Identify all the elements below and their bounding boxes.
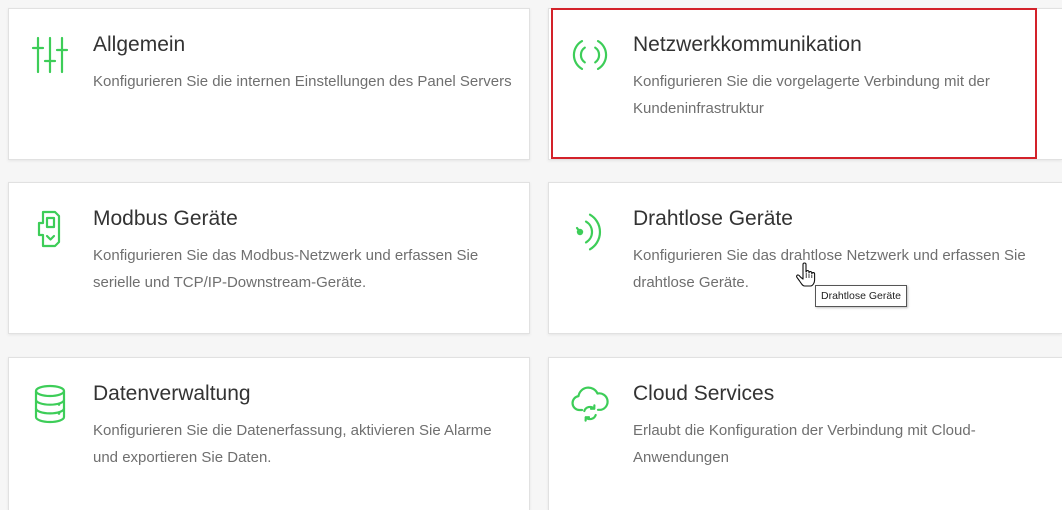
card-description-line: Konfigurieren Sie die internen Einstellu…	[93, 73, 512, 90]
card-description: Konfigurieren Sie die Datenerfassung, ak…	[93, 417, 492, 471]
card-datenverwaltung[interactable]: Datenverwaltung Konfigurieren Sie die Da…	[8, 357, 530, 510]
cloud-sync-icon	[568, 382, 612, 426]
database-icon	[28, 382, 72, 426]
card-description: Konfigurieren Sie das Modbus-Netzwerk un…	[93, 242, 478, 296]
card-description-line: und exportieren Sie Daten.	[93, 449, 272, 466]
card-cloud-services[interactable]: Cloud Services Erlaubt die Konfiguration…	[548, 357, 1062, 510]
card-description: Erlaubt die Konfiguration der Verbindung…	[633, 417, 976, 471]
card-description-line: Konfigurieren Sie die Datenerfassung, ak…	[93, 422, 492, 439]
card-description-line: Konfigurieren Sie die vorgelagerte Verbi…	[633, 73, 990, 90]
card-drahtlose-geraete[interactable]: Drahtlose Geräte Konfigurieren Sie das d…	[548, 182, 1062, 334]
card-title: Allgemein	[93, 33, 186, 56]
card-description-line: Konfigurieren Sie das drahtlose Netzwerk…	[633, 247, 1026, 264]
settings-overview: Allgemein Konfigurieren Sie die internen…	[0, 0, 1062, 510]
card-description: Konfigurieren Sie die internen Einstellu…	[93, 68, 512, 95]
card-title: Modbus Geräte	[93, 207, 238, 230]
card-title: Datenverwaltung	[93, 382, 251, 405]
card-modbus-geraete[interactable]: Modbus Geräte Konfigurieren Sie das Modb…	[8, 182, 530, 334]
wireless-icon	[568, 207, 612, 251]
card-description-line: Erlaubt die Konfiguration der Verbindung…	[633, 422, 976, 439]
card-title: Cloud Services	[633, 382, 775, 405]
modbus-device-icon	[28, 207, 72, 251]
broadcast-icon	[568, 33, 612, 77]
tooltip: Drahtlose Geräte	[815, 285, 907, 307]
card-allgemein[interactable]: Allgemein Konfigurieren Sie die internen…	[8, 8, 530, 160]
card-netzwerkkommunikation[interactable]: Netzwerkkommunikation Konfigurieren Sie …	[548, 8, 1062, 160]
sliders-icon	[28, 33, 72, 77]
card-description-line: serielle und TCP/IP-Downstream-Geräte.	[93, 274, 367, 291]
card-description-line: Konfigurieren Sie das Modbus-Netzwerk un…	[93, 247, 479, 264]
hand-pointer-icon	[796, 262, 816, 288]
card-description-line: Anwendungen	[633, 449, 729, 466]
card-description: Konfigurieren Sie die vorgelagerte Verbi…	[633, 68, 990, 122]
card-title: Drahtlose Geräte	[633, 207, 793, 230]
card-description-line: Kundeninfrastruktur	[633, 100, 764, 117]
card-title: Netzwerkkommunikation	[633, 33, 862, 56]
